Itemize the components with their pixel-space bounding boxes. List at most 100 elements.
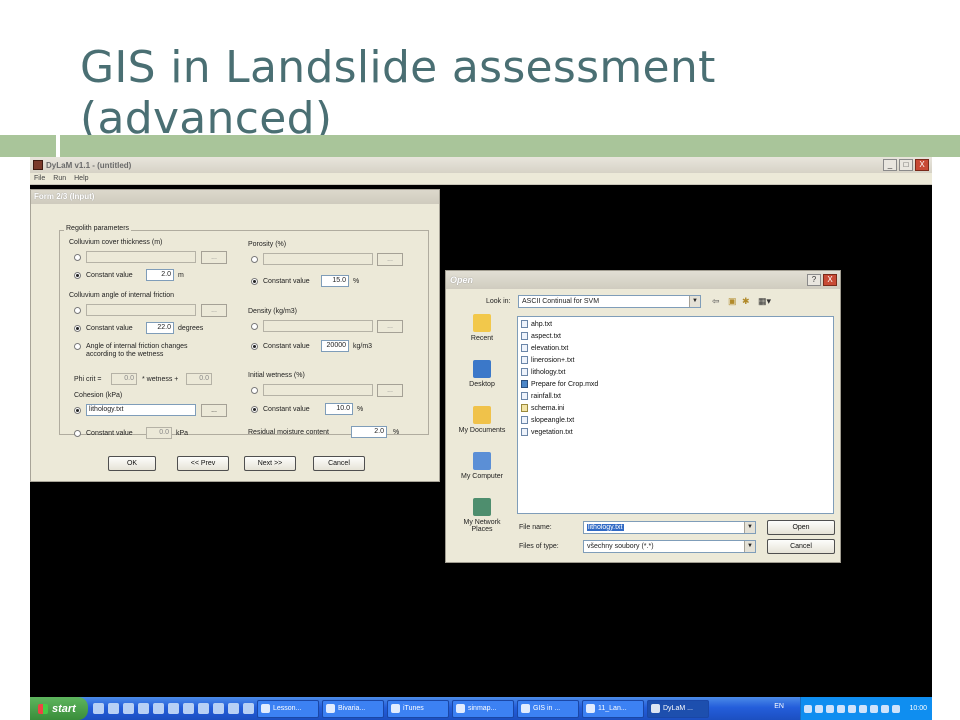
- list-item[interactable]: slopeangle.txt: [521, 416, 574, 424]
- taskbar-item[interactable]: 11_Lan...: [582, 699, 644, 718]
- language-indicator[interactable]: EN: [774, 703, 784, 710]
- view-menu-icon[interactable]: ▦▾: [758, 296, 771, 307]
- cohesion-browse-button[interactable]: ...: [201, 404, 227, 417]
- cohesion-file-radio[interactable]: [74, 407, 81, 414]
- colluvium-thickness-file-field[interactable]: [86, 251, 196, 263]
- list-item[interactable]: lithology.txt: [521, 368, 566, 376]
- porosity-constant-radio[interactable]: [251, 278, 258, 285]
- initial-wetness-input[interactable]: 10.0: [325, 403, 353, 415]
- place-desktop[interactable]: Desktop: [454, 360, 510, 388]
- cohesion-constant-input[interactable]: 0.0: [146, 427, 172, 439]
- tray-icon[interactable]: [870, 704, 879, 713]
- colluvium-friction-constant-radio[interactable]: [74, 325, 81, 332]
- tray-icon[interactable]: [859, 704, 868, 713]
- list-item[interactable]: schema.ini: [521, 404, 564, 412]
- phi-crit-input[interactable]: 0.0: [111, 373, 137, 385]
- taskbar-item[interactable]: sinmap...: [452, 699, 514, 718]
- open-dialog-cancel-button[interactable]: Cancel: [767, 539, 835, 554]
- colluvium-thickness-browse-button[interactable]: ...: [201, 251, 227, 264]
- start-button[interactable]: start: [30, 697, 88, 720]
- quick-launch-icon[interactable]: [243, 703, 254, 714]
- density-constant-radio[interactable]: [251, 343, 258, 350]
- porosity-file-radio[interactable]: [251, 256, 258, 263]
- quick-launch-icon[interactable]: [93, 703, 104, 714]
- menu-run[interactable]: Run: [53, 175, 66, 182]
- quick-launch-icon[interactable]: [138, 703, 149, 714]
- taskbar-item[interactable]: Lesson...: [257, 699, 319, 718]
- taskbar-item[interactable]: iTunes: [387, 699, 449, 718]
- wetness-offset-input[interactable]: 0.0: [186, 373, 212, 385]
- files-of-type-dropdown[interactable]: všechny soubory (*.*) ▼: [583, 540, 756, 553]
- place-recent[interactable]: Recent: [454, 314, 510, 342]
- colluvium-thickness-file-radio[interactable]: [74, 254, 81, 261]
- clock[interactable]: 10:00: [909, 705, 927, 712]
- initial-wetness-constant-radio[interactable]: [251, 406, 258, 413]
- list-item[interactable]: rainfall.txt: [521, 392, 561, 400]
- list-item[interactable]: linerosion+.txt: [521, 356, 574, 364]
- prev-button[interactable]: << Prev: [177, 456, 229, 471]
- quick-launch-icon[interactable]: [168, 703, 179, 714]
- quick-launch-icon[interactable]: [153, 703, 164, 714]
- quick-launch-icon[interactable]: [123, 703, 134, 714]
- tray-icon[interactable]: [826, 704, 835, 713]
- quick-launch-icon[interactable]: [228, 703, 239, 714]
- file-list[interactable]: ahp.txt aspect.txt elevation.txt lineros…: [517, 316, 834, 514]
- back-arrow-icon[interactable]: ⇦: [712, 296, 720, 307]
- colluvium-friction-input[interactable]: 22.0: [146, 322, 174, 334]
- initial-wetness-file-field[interactable]: [263, 384, 373, 396]
- place-network[interactable]: My Network Places: [454, 498, 510, 533]
- quick-launch-icon[interactable]: [198, 703, 209, 714]
- look-in-dropdown[interactable]: ASCII Continual for SVM ▼: [518, 295, 701, 308]
- menu-file[interactable]: File: [34, 175, 45, 182]
- taskbar-item-active[interactable]: DyLaM ...: [647, 699, 709, 718]
- colluvium-friction-browse-button[interactable]: ...: [201, 304, 227, 317]
- porosity-browse-button[interactable]: ...: [377, 253, 403, 266]
- density-file-radio[interactable]: [251, 323, 258, 330]
- ok-button[interactable]: OK: [108, 456, 156, 471]
- tray-icon[interactable]: [881, 704, 890, 713]
- residual-moisture-input[interactable]: 2.0: [351, 426, 387, 438]
- porosity-input[interactable]: 15.0: [321, 275, 349, 287]
- place-my-computer[interactable]: My Computer: [454, 452, 510, 480]
- close-button[interactable]: X: [915, 159, 929, 171]
- density-file-field[interactable]: [263, 320, 373, 332]
- list-item[interactable]: aspect.txt: [521, 332, 561, 340]
- cohesion-constant-radio[interactable]: [74, 430, 81, 437]
- initial-wetness-browse-button[interactable]: ...: [377, 384, 403, 397]
- tray-icon[interactable]: [892, 704, 901, 713]
- list-item[interactable]: elevation.txt: [521, 344, 568, 352]
- list-item[interactable]: ahp.txt: [521, 320, 552, 328]
- colluvium-friction-file-field[interactable]: [86, 304, 196, 316]
- list-item[interactable]: Prepare for Crop.mxd: [521, 380, 598, 388]
- open-button[interactable]: Open: [767, 520, 835, 535]
- list-item[interactable]: vegetation.txt: [521, 428, 573, 436]
- menu-help[interactable]: Help: [74, 175, 88, 182]
- new-folder-icon[interactable]: ✱: [742, 296, 750, 307]
- colluvium-friction-file-radio[interactable]: [74, 307, 81, 314]
- density-browse-button[interactable]: ...: [377, 320, 403, 333]
- tray-icon[interactable]: [837, 704, 846, 713]
- form-cancel-button[interactable]: Cancel: [313, 456, 365, 471]
- quick-launch-icon[interactable]: [183, 703, 194, 714]
- place-my-documents[interactable]: My Documents: [454, 406, 510, 434]
- taskbar-item[interactable]: Bivaria...: [322, 699, 384, 718]
- initial-wetness-file-radio[interactable]: [251, 387, 258, 394]
- taskbar-item[interactable]: GIS in ...: [517, 699, 579, 718]
- help-button[interactable]: ?: [807, 274, 821, 286]
- quick-launch-icon[interactable]: [108, 703, 119, 714]
- density-input[interactable]: 20000: [321, 340, 349, 352]
- colluvium-thickness-input[interactable]: 2.0: [146, 269, 174, 281]
- open-dialog-close-button[interactable]: X: [823, 274, 837, 286]
- up-folder-icon[interactable]: ▣: [728, 296, 737, 307]
- minimize-button[interactable]: _: [883, 159, 897, 171]
- friction-wetness-radio[interactable]: [74, 343, 81, 350]
- maximize-button[interactable]: □: [899, 159, 913, 171]
- porosity-file-field[interactable]: [263, 253, 373, 265]
- cohesion-file-field[interactable]: lithology.txt: [86, 404, 196, 416]
- next-button[interactable]: Next >>: [244, 456, 296, 471]
- colluvium-thickness-constant-radio[interactable]: [74, 272, 81, 279]
- tray-icon[interactable]: [804, 704, 813, 713]
- quick-launch-icon[interactable]: [213, 703, 224, 714]
- tray-icon[interactable]: [848, 704, 857, 713]
- tray-icon[interactable]: [815, 704, 824, 713]
